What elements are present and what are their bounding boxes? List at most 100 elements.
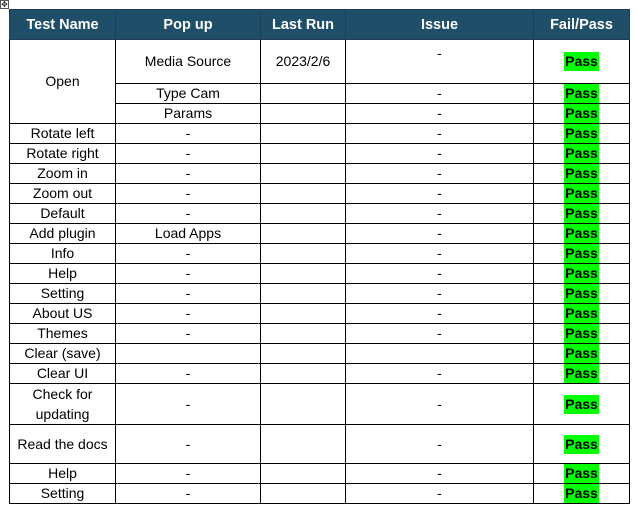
table-row: Zoom out - - Pass — [9, 183, 630, 204]
cell-last-run — [260, 483, 346, 504]
table-row: Open Media Source 2023/2/6 - Pass — [9, 39, 630, 124]
cell-last-run: 2023/2/6 — [260, 39, 346, 84]
table-row: Read the docs - - Pass — [9, 424, 630, 464]
cell-test-name: Check for updating — [9, 383, 116, 425]
cell-popup: - — [115, 163, 261, 184]
table-row: Info - - Pass — [9, 243, 630, 264]
cell-popup: - — [115, 203, 261, 224]
cell-popup: - — [115, 183, 261, 204]
cell-last-run — [260, 343, 346, 364]
cell-last-run — [260, 323, 346, 344]
cell-issue: - — [345, 203, 534, 224]
cell-issue: - — [345, 363, 534, 384]
cell-result: Pass — [533, 103, 630, 124]
cell-issue: - — [345, 424, 534, 464]
cell-result: Pass — [533, 183, 630, 204]
cell-popup: Media Source — [115, 39, 261, 84]
cell-result: Pass — [533, 223, 630, 244]
cell-test-name: Setting — [9, 283, 116, 304]
pass-badge: Pass — [564, 244, 599, 263]
cell-result: Pass — [533, 83, 630, 104]
cell-test-name: Info — [9, 243, 116, 264]
pass-badge: Pass — [564, 324, 599, 343]
cell-result: Pass — [533, 243, 630, 264]
header-row: Test Name Pop up Last Run Issue Fail/Pas… — [9, 9, 630, 40]
cell-last-run — [260, 163, 346, 184]
cell-issue: - — [345, 483, 534, 504]
cell-popup: - — [115, 143, 261, 164]
cell-test-name: Open — [9, 39, 116, 124]
pass-badge: Pass — [564, 484, 599, 503]
cell-result: Pass — [533, 343, 630, 364]
table-row: Setting - - Pass — [9, 483, 630, 504]
cell-test-name: Setting — [9, 483, 116, 504]
cell-issue: - — [345, 323, 534, 344]
cell-result: Pass — [533, 363, 630, 384]
pass-badge: Pass — [564, 304, 599, 323]
table-row: Clear (save) Pass — [9, 343, 630, 364]
cell-result: Pass — [533, 483, 630, 504]
cell-test-name: Rotate left — [9, 123, 116, 144]
cell-test-name: Clear (save) — [9, 343, 116, 364]
pass-badge: Pass — [564, 164, 599, 183]
table-row: Setting - - Pass — [9, 283, 630, 304]
cell-issue: - — [345, 83, 534, 104]
cell-popup: - — [115, 283, 261, 304]
table-body: Open Media Source 2023/2/6 - Pass Type C… — [9, 39, 630, 504]
cell-popup: - — [115, 323, 261, 344]
pass-badge: Pass — [564, 84, 599, 103]
cell-issue: - — [345, 183, 534, 204]
cell-popup: - — [115, 483, 261, 504]
table-row: Help - - Pass — [9, 463, 630, 484]
pass-badge: Pass — [564, 104, 599, 123]
cell-result: Pass — [533, 163, 630, 184]
cell-popup — [115, 343, 261, 364]
cell-last-run — [260, 123, 346, 144]
cell-last-run — [260, 143, 346, 164]
cell-last-run — [260, 263, 346, 284]
cell-last-run — [260, 103, 346, 124]
cell-popup: - — [115, 263, 261, 284]
cell-issue: - — [345, 383, 534, 425]
table-row: Themes - - Pass — [9, 323, 630, 344]
table-row: Add plugin Load Apps - Pass — [9, 223, 630, 244]
cell-test-name: Zoom out — [9, 183, 116, 204]
cell-result: Pass — [533, 283, 630, 304]
table-move-handle-icon[interactable]: ✥ — [0, 0, 9, 9]
cell-last-run — [260, 283, 346, 304]
pass-badge: Pass — [564, 52, 599, 71]
pass-badge: Pass — [564, 264, 599, 283]
cell-result: Pass — [533, 143, 630, 164]
cell-issue: - — [345, 263, 534, 284]
cell-popup: - — [115, 363, 261, 384]
cell-result: Pass — [533, 463, 630, 484]
column-header-fail-pass: Fail/Pass — [533, 9, 630, 40]
pass-badge: Pass — [564, 144, 599, 163]
cell-result: Pass — [533, 323, 630, 344]
cell-result: Pass — [533, 263, 630, 284]
cell-issue: - — [345, 303, 534, 324]
cell-test-name: About US — [9, 303, 116, 324]
pass-badge: Pass — [564, 344, 599, 363]
cell-test-name: Add plugin — [9, 223, 116, 244]
cell-test-name: Read the docs — [9, 424, 116, 464]
table-row: Zoom in - - Pass — [9, 163, 630, 184]
cell-issue: - — [345, 103, 534, 124]
cell-test-name: Help — [9, 263, 116, 284]
cell-last-run — [260, 383, 346, 425]
cell-issue: - — [345, 143, 534, 164]
cell-issue: - — [345, 463, 534, 484]
cell-issue: - — [345, 283, 534, 304]
cell-result: Pass — [533, 39, 630, 84]
column-header-last-run: Last Run — [260, 9, 346, 40]
table-row: Rotate left - - Pass — [9, 123, 630, 144]
cell-test-name: Default — [9, 203, 116, 224]
cell-issue — [345, 343, 534, 364]
cell-popup: - — [115, 463, 261, 484]
cell-issue: - — [345, 223, 534, 244]
cell-test-name: Help — [9, 463, 116, 484]
pass-badge: Pass — [564, 434, 599, 454]
cell-popup: - — [115, 383, 261, 425]
cell-test-name: Zoom in — [9, 163, 116, 184]
cell-result: Pass — [533, 123, 630, 144]
